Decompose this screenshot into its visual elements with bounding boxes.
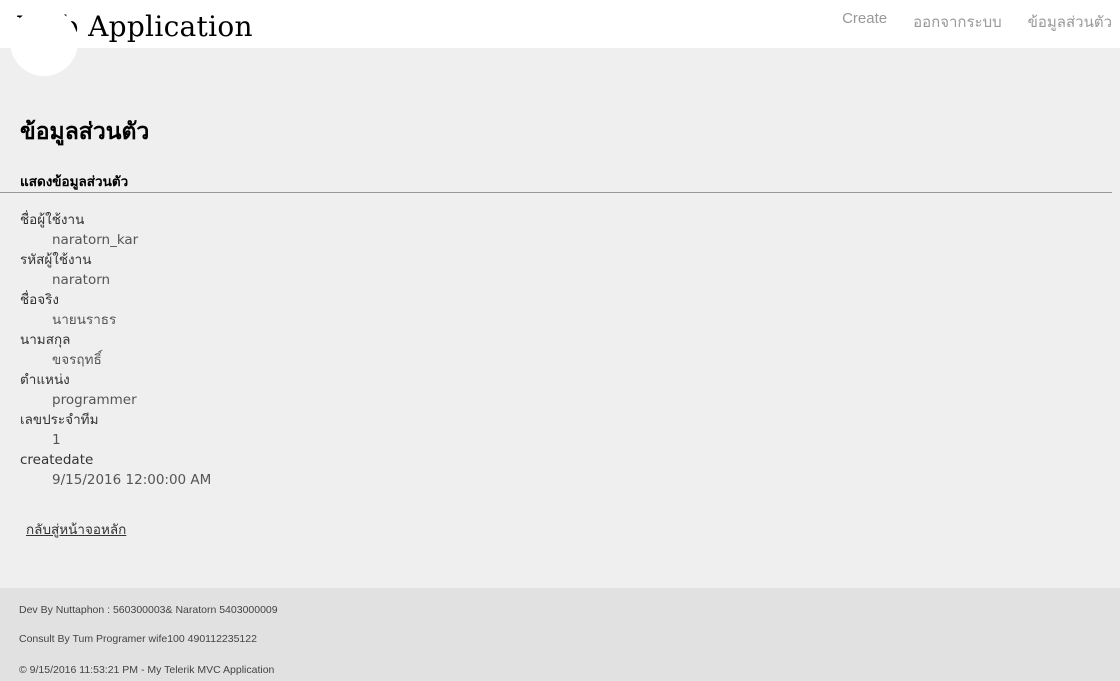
header: Web Application Create ออกจากระบบ ข้อมูล…: [0, 0, 1120, 48]
footer-copyright: © 9/15/2016 11:53:21 PM - My Telerik MVC…: [19, 664, 275, 676]
back-to-home-link[interactable]: กลับสู่หน้าจอหลัก: [26, 518, 126, 540]
main-content: ข้อมูลส่วนตัว แสดงข้อมูลส่วนตัว ชื่อผู้ใ…: [0, 8, 1120, 588]
footer: Dev By Nuttaphon : 560300003& Naratorn 5…: [0, 588, 1120, 681]
decorative-circle: [10, 8, 78, 76]
field-label-password: รหัสผู้ใช้งาน: [20, 252, 92, 268]
footer-consult-credits: Consult By Tum Programer wife100 4901122…: [19, 633, 257, 645]
main-nav: Create ออกจากระบบ ข้อมูลส่วนตัว: [842, 10, 1112, 34]
field-value-username: naratorn_kar: [52, 232, 139, 248]
page-title: ข้อมูลส่วนตัว: [20, 119, 150, 145]
nav-logout-link[interactable]: ออกจากระบบ: [913, 10, 1002, 34]
section-title: แสดงข้อมูลส่วนตัว: [20, 174, 129, 190]
field-value-team-number: 1: [52, 432, 61, 448]
nav-profile-link[interactable]: ข้อมูลส่วนตัว: [1028, 10, 1112, 34]
field-value-password: naratorn: [52, 272, 111, 288]
field-label-last-name: นามสกุล: [20, 332, 71, 348]
field-value-first-name: นายนราธร: [52, 312, 117, 328]
field-label-first-name: ชื่อจริง: [20, 292, 60, 308]
field-label-team-number: เลขประจำทีม: [20, 412, 99, 428]
divider: [0, 192, 1112, 193]
field-label-position: ตำแหน่ง: [20, 372, 70, 388]
field-label-createdate: createdate: [20, 452, 94, 468]
field-label-username: ชื่อผู้ใช้งาน: [20, 212, 85, 228]
field-value-last-name: ขจรฤทธิ์: [52, 352, 102, 368]
field-value-position: programmer: [52, 392, 137, 408]
profile-details: ชื่อผู้ใช้งาน naratorn_kar รหัสผู้ใช้งาน…: [20, 210, 211, 490]
field-value-createdate: 9/15/2016 12:00:00 AM: [52, 472, 212, 488]
nav-create-link[interactable]: Create: [842, 10, 887, 34]
footer-dev-credits: Dev By Nuttaphon : 560300003& Naratorn 5…: [19, 604, 278, 616]
